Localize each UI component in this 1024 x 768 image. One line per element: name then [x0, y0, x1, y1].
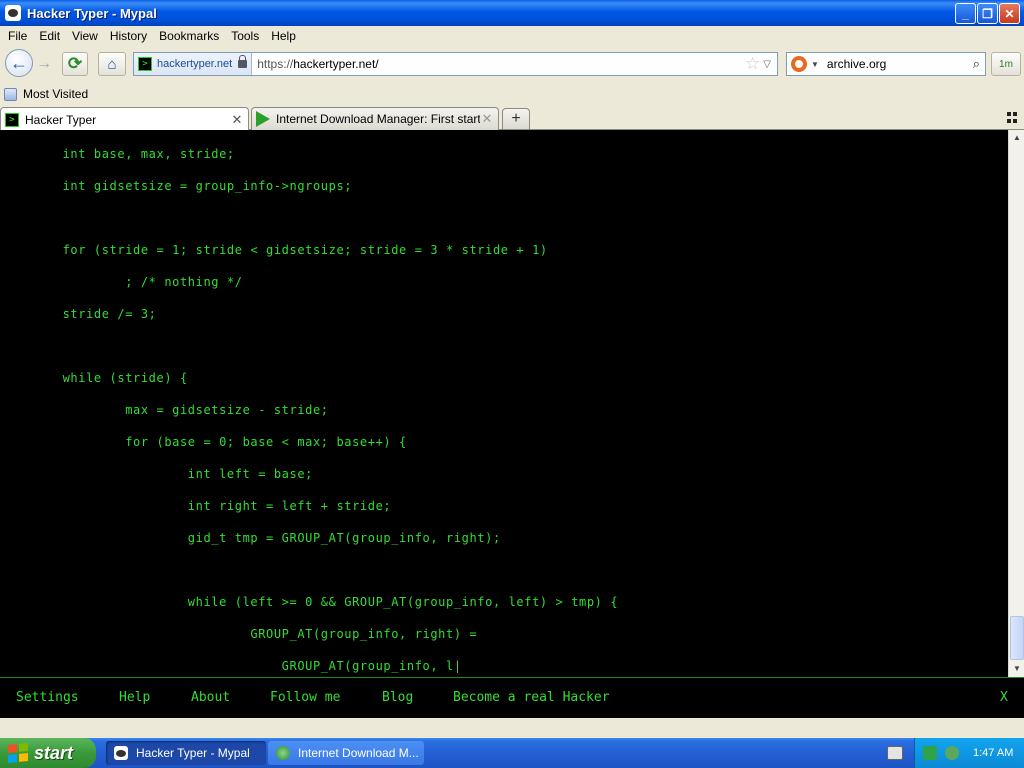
- window-title: Hacker Typer - Mypal: [27, 5, 157, 21]
- forward-button[interactable]: →: [34, 54, 54, 74]
- url-input[interactable]: https://hackertyper.net/: [257, 57, 745, 71]
- start-button[interactable]: start: [0, 738, 96, 768]
- taskbar-item-mypal[interactable]: Hacker Typer - Mypal: [106, 741, 266, 765]
- code-line: ; /* nothing */: [0, 275, 243, 289]
- network-tray-icon[interactable]: [923, 746, 937, 760]
- system-tray: 1:47 AM: [914, 738, 1024, 768]
- navigation-toolbar: ← → ⟳ ⌂ > hackertyper.net https://hacker…: [0, 46, 1024, 82]
- new-tab-button[interactable]: +: [502, 108, 530, 129]
- menu-tools[interactable]: Tools: [225, 29, 265, 43]
- url-scheme: https://: [257, 57, 294, 71]
- task-label: Hacker Typer - Mypal: [136, 746, 250, 760]
- menu-bar: File Edit View History Bookmarks Tools H…: [0, 26, 1024, 46]
- scroll-thumb[interactable]: [1010, 616, 1024, 660]
- bookmarks-toolbar: Most Visited: [0, 84, 1024, 104]
- menu-history[interactable]: History: [104, 29, 153, 43]
- tab-label: Hacker Typer: [25, 112, 97, 127]
- code-line: GROUP_AT(group_info, right) =: [0, 627, 478, 641]
- maximize-button[interactable]: ❐: [977, 3, 998, 24]
- start-label: start: [34, 742, 74, 763]
- task-label: Internet Download M...: [298, 746, 419, 760]
- url-bar[interactable]: > hackertyper.net https://hackertyper.ne…: [133, 52, 778, 76]
- close-footer-button[interactable]: X: [1000, 690, 1008, 705]
- list-all-tabs-icon[interactable]: [1007, 112, 1019, 124]
- taskbar-clock[interactable]: 1:47 AM: [973, 747, 1013, 759]
- hackertyper-tab-icon: >: [5, 112, 19, 127]
- search-engine-icon[interactable]: [791, 56, 807, 72]
- tab-idm-first-start[interactable]: Internet Download Manager: First start ✕: [251, 107, 499, 130]
- bookmark-star-icon[interactable]: ☆: [745, 54, 760, 74]
- code-line: stride /= 3;: [0, 307, 157, 321]
- back-button[interactable]: ←: [5, 49, 33, 77]
- code-line: int gidsetsize = group_info->ngroups;: [0, 179, 353, 193]
- hacker-code-output: int base, max, stride; int gidsetsize = …: [0, 138, 618, 677]
- url-host-path: hackertyper.net/: [293, 57, 379, 71]
- code-line: while (left >= 0 && GROUP_AT(group_info,…: [0, 595, 619, 609]
- search-engine-dropdown-icon[interactable]: ▼: [811, 60, 819, 69]
- tab-close-icon[interactable]: ✕: [480, 111, 494, 127]
- code-line: gid_t tmp = GROUP_AT(group_info, right);: [0, 531, 501, 545]
- code-line: for (base = 0; base < max; base++) {: [0, 435, 407, 449]
- scroll-down-arrow-icon[interactable]: ▼: [1009, 661, 1024, 677]
- hackertyper-favicon-icon: >: [138, 57, 152, 71]
- idm-taskbar-icon: [276, 746, 290, 760]
- scroll-up-arrow-icon[interactable]: ▲: [1009, 130, 1024, 146]
- windows-taskbar: start Hacker Typer - Mypal Internet Down…: [0, 738, 1024, 768]
- settings-link[interactable]: Settings: [16, 690, 79, 705]
- menu-view[interactable]: View: [66, 29, 104, 43]
- code-line: GROUP_AT(group_info, l|: [0, 659, 462, 673]
- flag-green: [19, 742, 28, 752]
- minimize-button[interactable]: _: [955, 3, 976, 24]
- code-line: for (stride = 1; stride < gidsetsize; st…: [0, 243, 548, 257]
- site-identity-button[interactable]: > hackertyper.net: [134, 53, 253, 75]
- search-magnifier-icon[interactable]: ⌕: [973, 56, 980, 72]
- blog-link[interactable]: Blog: [382, 690, 413, 705]
- taskbar-item-idm[interactable]: Internet Download M...: [268, 741, 424, 765]
- url-history-dropdown-icon[interactable]: ▽: [763, 59, 771, 70]
- about-link[interactable]: About: [191, 690, 230, 705]
- tab-close-icon[interactable]: ✕: [230, 112, 244, 128]
- tab-label: Internet Download Manager: First start: [276, 112, 480, 126]
- lock-icon: [238, 55, 248, 68]
- reload-button[interactable]: ⟳: [62, 52, 88, 76]
- home-button[interactable]: ⌂: [98, 52, 126, 76]
- code-line: int left = base;: [0, 467, 313, 481]
- flag-red: [8, 744, 17, 754]
- most-visited-bookmark[interactable]: Most Visited: [23, 87, 88, 101]
- flag-blue: [8, 754, 17, 764]
- mypal-app-icon: [5, 5, 21, 21]
- help-link[interactable]: Help: [119, 690, 150, 705]
- become-real-hacker-link[interactable]: Become a real Hacker: [453, 690, 610, 705]
- search-input[interactable]: archive.org: [827, 57, 973, 71]
- hackertyper-footer: Settings Help About Follow me Blog Becom…: [0, 677, 1024, 718]
- keyboard-language-icon[interactable]: [887, 746, 903, 760]
- idm-tab-icon: [256, 111, 270, 127]
- site-identity-label: hackertyper.net: [157, 58, 233, 70]
- idm-tray-icon[interactable]: [945, 746, 959, 760]
- mypal-taskbar-icon: [114, 746, 128, 760]
- menu-edit[interactable]: Edit: [33, 29, 66, 43]
- title-bar: Hacker Typer - Mypal _ ❐ ✕: [0, 0, 1024, 26]
- close-window-button[interactable]: ✕: [999, 3, 1020, 24]
- follow-me-link[interactable]: Follow me: [270, 690, 340, 705]
- code-line: while (stride) {: [0, 371, 188, 385]
- windows-logo-icon: [8, 742, 28, 764]
- page-content[interactable]: int base, max, stride; int gidsetsize = …: [0, 130, 1008, 677]
- tab-hacker-typer[interactable]: > Hacker Typer ✕: [0, 107, 249, 131]
- menu-file[interactable]: File: [2, 29, 33, 43]
- code-line: int base, max, stride;: [0, 147, 235, 161]
- tab-strip: > Hacker Typer ✕ Internet Download Manag…: [0, 106, 1024, 131]
- menu-bookmarks[interactable]: Bookmarks: [153, 29, 225, 43]
- code-line: int right = left + stride;: [0, 499, 392, 513]
- idm-toolbar-button[interactable]: 1m: [991, 52, 1021, 76]
- code-line: max = gidsetsize - stride;: [0, 403, 329, 417]
- search-bar[interactable]: ▼ archive.org ⌕: [786, 52, 986, 76]
- menu-help[interactable]: Help: [265, 29, 302, 43]
- most-visited-icon: [4, 87, 17, 101]
- flag-yellow: [19, 752, 28, 762]
- vertical-scrollbar[interactable]: ▲ ▼: [1008, 130, 1024, 677]
